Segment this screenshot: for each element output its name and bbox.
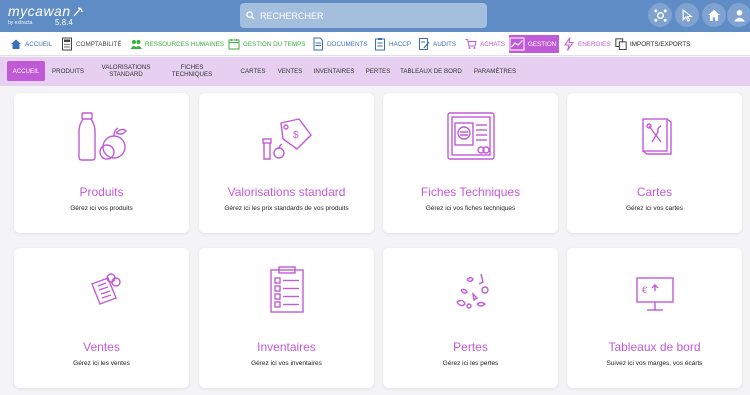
nav-accueil[interactable]: ACCUEIL [10, 35, 52, 53]
inventory-checklist-icon [269, 266, 304, 313]
subnav-fiches-techniques[interactable]: FICHES TECHNIQUES [163, 61, 221, 81]
card-cartes[interactable]: Cartes Gérez ici vos cartes [567, 93, 742, 233]
card-description: Gérez ici les pertes [442, 360, 499, 367]
card-title: Tableaux de bord [608, 340, 701, 354]
nav-ressources-humaines[interactable]: RESSOURCES HUMAINES [130, 35, 224, 53]
card-inventaires[interactable]: Inventaires Gérez ici vos inventaires [199, 248, 374, 388]
nav-comptabilite[interactable]: COMPTABILITÉ [61, 35, 122, 53]
audit-icon [419, 38, 430, 50]
nav-audits[interactable]: AUDITS [418, 35, 456, 53]
card-tableaux-de-bord[interactable]: € Tableaux de bord Suivez ici vos marges… [567, 248, 742, 388]
card-description: Gérez ici les ventes [73, 360, 130, 367]
calendar-icon [228, 39, 240, 50]
calculator-icon [62, 37, 72, 51]
user-button[interactable] [727, 3, 750, 27]
nav-label: GESTION DU TEMPS [243, 40, 306, 48]
import-export-icon [615, 38, 627, 50]
nav-label: ENERGIES [578, 40, 611, 48]
cart-icon [465, 39, 477, 49]
nav-haccp[interactable]: HACCP [374, 35, 411, 53]
card-description: Gérez ici vos cartes [625, 205, 684, 212]
card-fiches-techniques[interactable]: Fiches Techniques Gérez ici vos fiches t… [383, 93, 558, 233]
card-description: Gérez ici vos fiches techniques [425, 205, 516, 212]
card-title: Cartes [636, 185, 673, 199]
chart-icon [509, 37, 525, 51]
search-label: RECHERCHER [260, 10, 324, 21]
user-icon [733, 9, 745, 21]
sales-receipt-icon [90, 273, 121, 305]
nav-label: ACCUEIL [25, 40, 53, 48]
nav-label: DOCUMENTS [327, 40, 368, 48]
card-valorisations-standard[interactable]: $ Valorisations standard Gérez ici les p… [199, 93, 374, 233]
card-description: Gérez ici vos produits [70, 205, 133, 212]
clipboard-icon [375, 38, 385, 51]
people-icon [130, 40, 142, 49]
nav-label: AUDITS [433, 40, 457, 48]
brand-logo[interactable]: mycawan by extracta 5.8.4 [8, 3, 83, 27]
nav-label: GESTION [528, 40, 557, 48]
nav-gestion[interactable]: GESTION [509, 35, 560, 53]
top-header: mycawan by extracta 5.8.4 RECHERCHER [0, 0, 750, 32]
card-description: Gérez ici vos inventaires [251, 360, 322, 367]
card-description: Gérez ici les prix standards de vos prod… [224, 205, 349, 212]
network-gear-icon [653, 8, 667, 22]
brand-tagline: by extracta [8, 20, 33, 26]
dashboard-board-icon: € [635, 277, 674, 311]
nav-label: IMPORTS/EXPORTS [630, 40, 691, 48]
home-button[interactable] [702, 3, 726, 27]
nav-label: ACHATS [480, 40, 506, 48]
search-icon [246, 11, 255, 20]
card-title: Pertes [453, 340, 488, 354]
card-title: Ventes [83, 340, 120, 354]
subnav-pertes[interactable]: PERTES [362, 61, 394, 81]
card-ventes[interactable]: Ventes Gérez ici les ventes [14, 248, 189, 388]
module-nav: ACCUEIL COMPTABILITÉ RESSOURCES HUMAINES… [0, 32, 750, 56]
subnav-accueil[interactable]: ACCUEIL [7, 61, 45, 81]
card-title: Valorisations standard [227, 185, 346, 199]
app-version: 5.8.4 [55, 18, 73, 27]
recipe-sheet-icon [446, 112, 495, 160]
subnav-tableaux-de-bord[interactable]: TABLEAUX DE BORD [397, 61, 465, 81]
home-icon [11, 39, 21, 49]
card-title: Produits [79, 185, 124, 199]
menu-card-icon [641, 118, 672, 155]
sub-nav: ACCUEIL PRODUITS VALORISATIONS STANDARD … [0, 57, 750, 86]
card-title: Fiches Techniques [420, 185, 521, 199]
card-title: Inventaires [257, 340, 316, 354]
subnav-valorisations-standard[interactable]: VALORISATIONS STANDARD [94, 61, 158, 81]
nav-imports-exports[interactable]: IMPORTS/EXPORTS [615, 35, 690, 53]
cursor-icon [682, 8, 693, 22]
nav-achats[interactable]: ACHATS [465, 35, 505, 53]
lightning-icon [564, 37, 574, 51]
waste-icon [455, 273, 489, 309]
nav-energies[interactable]: ENERGIES [563, 35, 611, 53]
document-icon [313, 37, 323, 51]
cursor-button[interactable] [675, 3, 699, 27]
svg-text:$: $ [293, 130, 299, 141]
subnav-parametres[interactable]: PARAMÈTRES [470, 61, 520, 81]
whisk-logo-icon [73, 7, 83, 17]
brand-name: mycawan [8, 3, 71, 19]
card-produits[interactable]: Produits Gérez ici vos produits [14, 93, 189, 233]
home-icon [708, 9, 720, 21]
price-tag-icon: $ [261, 118, 312, 160]
nav-label: RESSOURCES HUMAINES [145, 40, 225, 48]
search-bar[interactable]: RECHERCHER [240, 3, 487, 28]
nav-gestion-du-temps[interactable]: GESTION DU TEMPS [228, 35, 306, 53]
svg-text:€: € [642, 285, 647, 295]
card-pertes[interactable]: Pertes Gérez ici les pertes [383, 248, 558, 388]
subnav-produits[interactable]: PRODUITS [49, 61, 87, 81]
subnav-inventaires[interactable]: INVENTAIRES [310, 61, 358, 81]
nav-label: COMPTABILITÉ [76, 40, 122, 48]
subnav-ventes[interactable]: VENTES [274, 61, 306, 81]
products-icon [77, 112, 127, 161]
nav-label: HACCP [389, 40, 412, 48]
settings-button[interactable] [648, 3, 672, 27]
card-description: Suivez ici vos marges, vos écarts [606, 360, 703, 367]
nav-documents[interactable]: DOCUMENTS [312, 35, 368, 53]
subnav-cartes[interactable]: CARTES [237, 61, 269, 81]
